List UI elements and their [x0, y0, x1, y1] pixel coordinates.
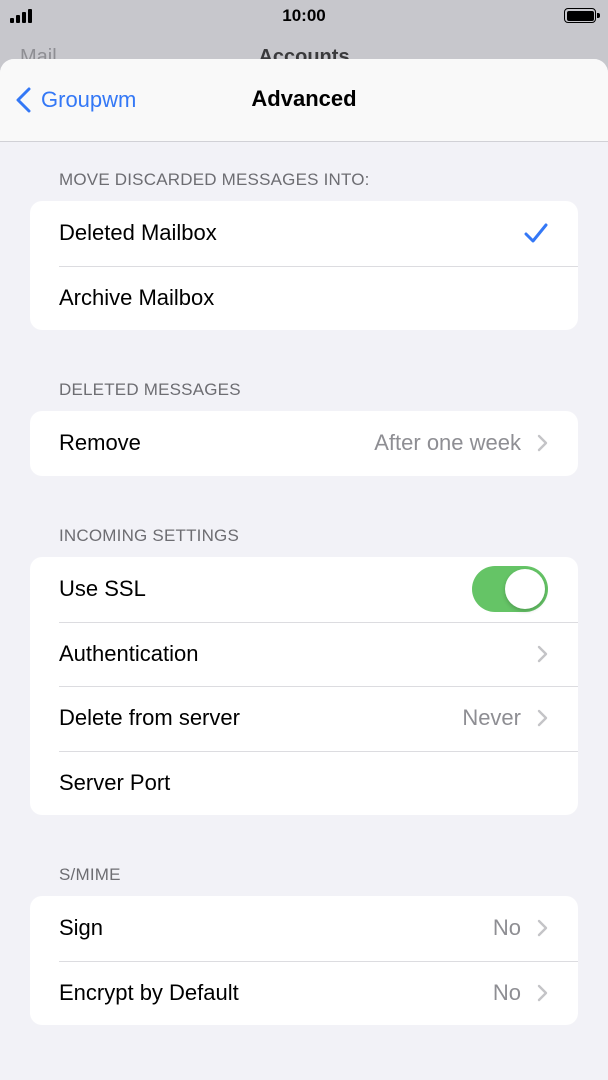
row-label: Delete from server	[59, 705, 240, 731]
status-bar: 10:00	[0, 0, 608, 32]
section-header-deleted: DELETED MESSAGES	[59, 380, 241, 399]
smime-group: Sign No Encrypt by Default No	[30, 896, 578, 1025]
remove-row[interactable]: Remove After one week	[30, 411, 578, 476]
row-label: Remove	[59, 430, 141, 456]
section-header-incoming: INCOMING SETTINGS	[59, 526, 240, 545]
row-label: Encrypt by Default	[59, 979, 239, 1005]
battery-icon	[564, 8, 600, 23]
deleted-group: Remove After one week	[30, 411, 578, 476]
row-value: Never	[462, 705, 521, 731]
authentication-row[interactable]: Authentication	[30, 621, 578, 687]
row-value: No	[492, 979, 521, 1005]
section-header-discarded: MOVE DISCARDED MESSAGES INTO:	[59, 170, 370, 189]
checkmark-icon	[524, 223, 548, 243]
sign-row[interactable]: Sign No	[30, 896, 578, 961]
option-deleted-mailbox[interactable]: Deleted Mailbox	[30, 201, 578, 266]
encrypt-by-default-row[interactable]: Encrypt by Default No	[30, 960, 578, 1026]
chevron-right-icon	[537, 435, 548, 452]
chevron-right-icon	[537, 710, 548, 727]
row-label: Archive Mailbox	[59, 284, 215, 310]
status-time: 10:00	[282, 6, 326, 25]
server-port-row[interactable]: Server Port	[30, 750, 578, 816]
row-value: After one week	[374, 430, 521, 456]
chevron-right-icon	[537, 645, 548, 662]
option-archive-mailbox[interactable]: Archive Mailbox	[30, 265, 578, 331]
section-header-smime: S/MIME	[59, 865, 121, 884]
row-label: Server Port	[59, 769, 171, 795]
discarded-group: Deleted Mailbox Archive Mailbox	[30, 201, 578, 330]
chevron-right-icon	[537, 920, 548, 937]
navigation-bar: Groupwm Advanced	[0, 59, 608, 142]
incoming-group: Use SSL Authentication Delete from serve…	[30, 557, 578, 815]
page-title: Advanced	[251, 86, 357, 111]
row-label: Authentication	[59, 640, 199, 666]
advanced-sheet: Groupwm Advanced MOVE DISCARDED MESSAGES…	[0, 59, 608, 1080]
row-value: No	[492, 915, 521, 941]
use-ssl-toggle[interactable]	[472, 566, 548, 613]
chevron-right-icon	[537, 984, 548, 1001]
delete-from-server-row[interactable]: Delete from server Never	[30, 686, 578, 751]
row-label: Deleted Mailbox	[59, 220, 217, 246]
toggle-knob	[505, 569, 545, 610]
use-ssl-row: Use SSL	[30, 557, 578, 622]
row-label: Use SSL	[59, 576, 146, 602]
row-label: Sign	[59, 915, 104, 941]
